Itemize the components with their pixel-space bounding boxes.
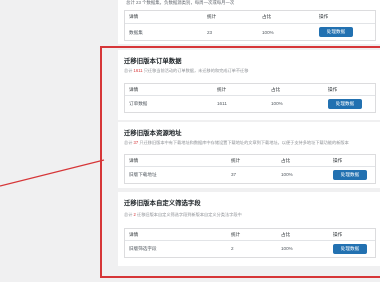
annotation-pointer-line [0,159,105,187]
